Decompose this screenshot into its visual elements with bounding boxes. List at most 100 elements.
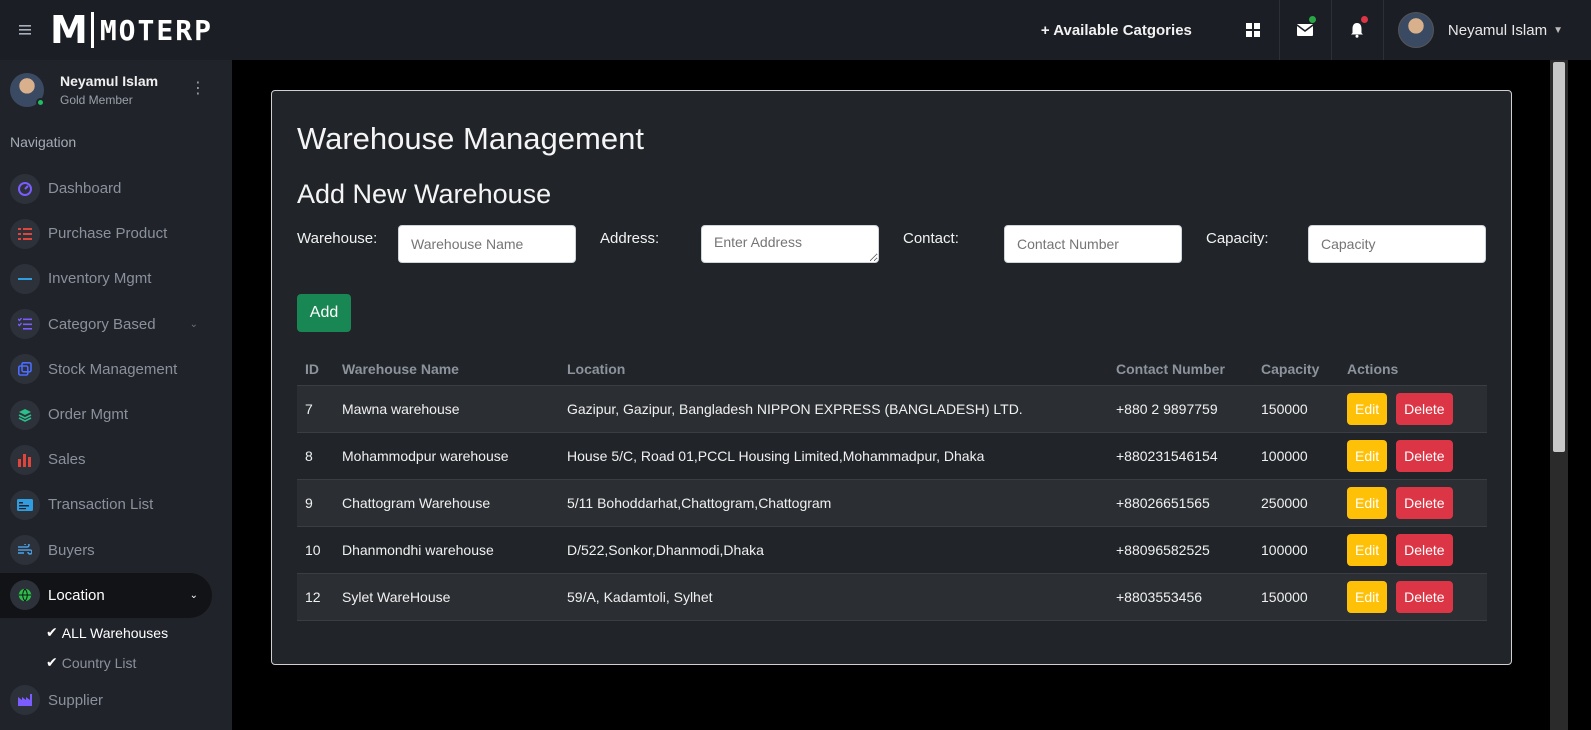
sidebar-item-label: Purchase Product xyxy=(48,225,168,243)
delete-button[interactable]: Delete xyxy=(1396,392,1453,425)
cell-id: 7 xyxy=(297,384,334,433)
column-header: Warehouse Name xyxy=(342,361,459,378)
cell-capacity: 250000 xyxy=(1253,478,1339,527)
sidebar-user-role: Gold Member xyxy=(60,93,133,107)
kebab-menu-icon[interactable]: ⋮ xyxy=(190,78,206,98)
cell-id: 10 xyxy=(297,526,334,574)
sidebar-item-label: Order Mgmt xyxy=(48,406,129,424)
sidebar-item-category-based[interactable]: Category Based ⌄ xyxy=(0,302,232,347)
table-row: 7 Mawna warehouse Gazipur, Gazipur, Bang… xyxy=(297,384,1487,433)
cell-capacity: 150000 xyxy=(1253,573,1339,622)
edit-button[interactable]: Edit xyxy=(1347,534,1388,567)
cell-contact: +88026651565 xyxy=(1108,478,1253,527)
bar-chart-icon xyxy=(10,444,40,475)
top-navbar: M MOTERP + Available Catgories Neyamul I… xyxy=(0,0,1591,60)
column-header: Capacity xyxy=(1261,361,1320,378)
logo-divider xyxy=(90,12,94,48)
sidebar-item-inventory-mgmt[interactable]: Inventory Mgmt xyxy=(0,256,232,301)
cell-actions: Edit Delete xyxy=(1339,431,1487,480)
copy-icon xyxy=(10,354,40,385)
cell-contact: +880 2 9897759 xyxy=(1108,384,1253,433)
checklist-icon xyxy=(10,309,40,340)
cell-name: Sylet WareHouse xyxy=(334,573,559,622)
add-button[interactable]: Add xyxy=(297,294,351,332)
page-title: Warehouse Management xyxy=(297,121,644,156)
gauge-icon xyxy=(10,173,40,204)
app-logo[interactable]: M MOTERP xyxy=(50,0,213,60)
chevron-down-icon[interactable]: ⌄ xyxy=(190,590,198,601)
contact-label: Contact: xyxy=(903,230,959,247)
sidebar-item-label: Stock Management xyxy=(48,360,178,378)
cell-contact: +880231546154 xyxy=(1108,431,1253,480)
sidebar-item-buyers[interactable]: Buyers xyxy=(0,528,232,573)
table-row: 12 Sylet WareHouse 59/A, Kadamtoli, Sylh… xyxy=(297,573,1487,622)
edit-button[interactable]: Edit xyxy=(1347,581,1388,614)
sidebar-item-label: Dashboard xyxy=(48,180,122,198)
apps-grid-icon[interactable] xyxy=(1228,0,1280,60)
chevron-down-icon[interactable]: ⌄ xyxy=(190,319,198,330)
table-row: 10 Dhanmondhi warehouse D/522,Sonkor,Dha… xyxy=(297,526,1487,574)
sidebar-item-order-mgmt[interactable]: Order Mgmt xyxy=(0,392,232,437)
table-row: 9 Chattogram Warehouse 5/11 Bohoddarhat,… xyxy=(297,478,1487,527)
sidebar-subitem-all-warehouses[interactable]: ✔ ALL Warehouses xyxy=(0,618,232,648)
bell-icon[interactable] xyxy=(1332,0,1384,60)
warehouse-name-input[interactable] xyxy=(398,225,576,263)
cell-location: Gazipur, Gazipur, Bangladesh NIPPON EXPR… xyxy=(559,384,1108,433)
user-name[interactable]: Neyamul Islam xyxy=(1448,22,1547,39)
scrollbar-thumb[interactable] xyxy=(1553,62,1565,452)
add-warehouse-form: Warehouse: Address: Contact: Capacity: xyxy=(297,225,1487,265)
list-icon xyxy=(10,218,40,249)
minus-icon xyxy=(10,263,40,294)
sidebar-subitem-country-list[interactable]: ✔ Country List xyxy=(0,648,232,678)
delete-button[interactable]: Delete xyxy=(1396,581,1453,614)
column-header: ID xyxy=(305,361,319,378)
delete-button[interactable]: Delete xyxy=(1396,534,1453,567)
hamburger-menu-icon[interactable] xyxy=(0,0,50,60)
edit-button[interactable]: Edit xyxy=(1347,486,1388,519)
delete-button[interactable]: Delete xyxy=(1396,486,1453,519)
double-check-icon: ✔ xyxy=(46,654,58,671)
column-header: Contact Number xyxy=(1116,361,1225,378)
cell-name: Chattogram Warehouse xyxy=(334,478,559,527)
address-textarea[interactable] xyxy=(701,225,879,263)
globe-icon xyxy=(10,580,40,611)
sidebar-item-label: Category Based xyxy=(48,315,156,333)
user-avatar[interactable] xyxy=(1397,12,1434,48)
sidebar-item-sales[interactable]: Sales xyxy=(0,437,232,482)
sidebar-user: Neyamul Islam Gold Member ⋮ xyxy=(0,60,232,120)
sidebar-item-location[interactable]: Location ⌄ xyxy=(0,572,212,618)
edit-button[interactable]: Edit xyxy=(1347,439,1388,472)
available-categories-link[interactable]: + Available Catgories xyxy=(1041,22,1192,39)
page-scrollbar[interactable] xyxy=(1550,60,1568,730)
id-card-icon xyxy=(10,489,40,520)
factory-icon xyxy=(10,685,40,716)
sidebar-item-dashboard[interactable]: Dashboard xyxy=(0,166,232,211)
cell-id: 8 xyxy=(297,431,334,480)
cell-location: House 5/C, Road 01,PCCL Housing Limited,… xyxy=(559,431,1108,480)
double-check-icon: ✔ xyxy=(46,624,58,641)
delete-button[interactable]: Delete xyxy=(1396,439,1453,472)
cell-location: 5/11 Bohoddarhat,Chattogram,Chattogram xyxy=(559,478,1108,527)
chevron-down-icon[interactable]: ▼ xyxy=(1553,25,1563,36)
capacity-label: Capacity: xyxy=(1206,230,1269,247)
cell-actions: Edit Delete xyxy=(1339,384,1487,433)
edit-button[interactable]: Edit xyxy=(1347,392,1388,425)
sidebar-item-label: Transaction List xyxy=(48,496,154,514)
cell-location: D/522,Sonkor,Dhanmodi,Dhaka xyxy=(559,526,1108,574)
sidebar-avatar[interactable] xyxy=(10,73,45,107)
contact-number-input[interactable] xyxy=(1004,225,1182,263)
sidebar-subitem-label: Country List xyxy=(61,654,137,671)
warehouse-label: Warehouse: xyxy=(297,230,378,247)
online-status-icon xyxy=(36,98,45,107)
sidebar-item-label: Location xyxy=(48,586,105,604)
cell-location: 59/A, Kadamtoli, Sylhet xyxy=(559,573,1108,622)
sidebar-item-stock-management[interactable]: Stock Management xyxy=(0,347,232,392)
sidebar-item-transaction-list[interactable]: Transaction List xyxy=(0,482,232,527)
capacity-input[interactable] xyxy=(1308,225,1486,263)
cell-actions: Edit Delete xyxy=(1339,526,1487,574)
sidebar-item-supplier[interactable]: Supplier xyxy=(0,678,232,723)
warehouse-card: Warehouse Management Add New Warehouse W… xyxy=(271,90,1512,665)
mail-icon[interactable] xyxy=(1280,0,1332,60)
sidebar-item-purchase-product[interactable]: Purchase Product xyxy=(0,211,232,256)
table-header-row: ID Warehouse Name Location Contact Numbe… xyxy=(297,354,1487,385)
